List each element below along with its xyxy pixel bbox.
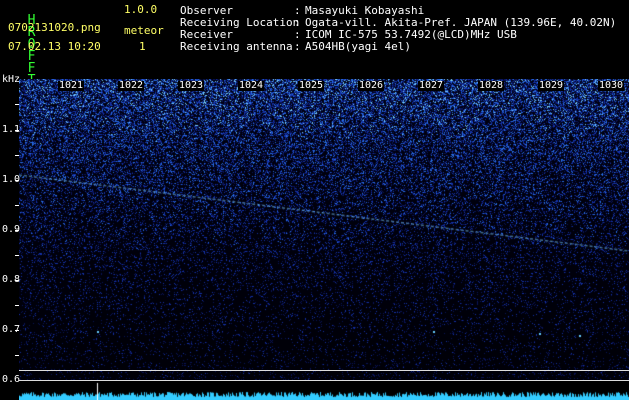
signal-level-strip bbox=[19, 381, 629, 400]
minute-label: 1025 bbox=[298, 80, 325, 91]
minute-label: 1028 bbox=[478, 80, 505, 91]
meteor-label: meteor bbox=[124, 24, 164, 37]
y-tick bbox=[15, 230, 19, 231]
file-name: 0702131020.png bbox=[8, 21, 101, 34]
minute-label: 1026 bbox=[358, 80, 385, 91]
minute-label: 1030 bbox=[598, 80, 625, 91]
minute-label: 1022 bbox=[118, 80, 145, 91]
y-tick bbox=[15, 280, 19, 281]
y-tick bbox=[15, 130, 19, 131]
info-value-antenna: A504HB(yagi 4el) bbox=[305, 40, 411, 53]
y-tick-label: 0.6 bbox=[2, 374, 21, 385]
app-version: 1.0.0 bbox=[124, 3, 158, 16]
y-tick bbox=[15, 180, 19, 181]
spectrogram-canvas[interactable] bbox=[19, 79, 629, 381]
minute-label: 1021 bbox=[58, 80, 85, 91]
y-tick bbox=[15, 155, 19, 156]
info-key-antenna: Receiving antenna bbox=[180, 40, 293, 53]
y-tick bbox=[15, 104, 19, 105]
reference-line bbox=[19, 380, 629, 381]
info-sep: : bbox=[294, 40, 301, 53]
minute-label: 1029 bbox=[538, 80, 565, 91]
y-tick bbox=[15, 305, 19, 306]
y-tick bbox=[15, 355, 19, 356]
minute-label: 1024 bbox=[238, 80, 265, 91]
meteor-count: 1 bbox=[139, 40, 146, 53]
axis-unit-label: kHz bbox=[2, 74, 21, 85]
y-tick bbox=[15, 205, 19, 206]
date-time: 07.02.13 10:20 bbox=[8, 40, 101, 53]
y-tick bbox=[15, 255, 19, 256]
minute-label: 1023 bbox=[178, 80, 205, 91]
y-tick bbox=[15, 330, 19, 331]
reference-line bbox=[19, 370, 629, 371]
minute-label: 1027 bbox=[418, 80, 445, 91]
